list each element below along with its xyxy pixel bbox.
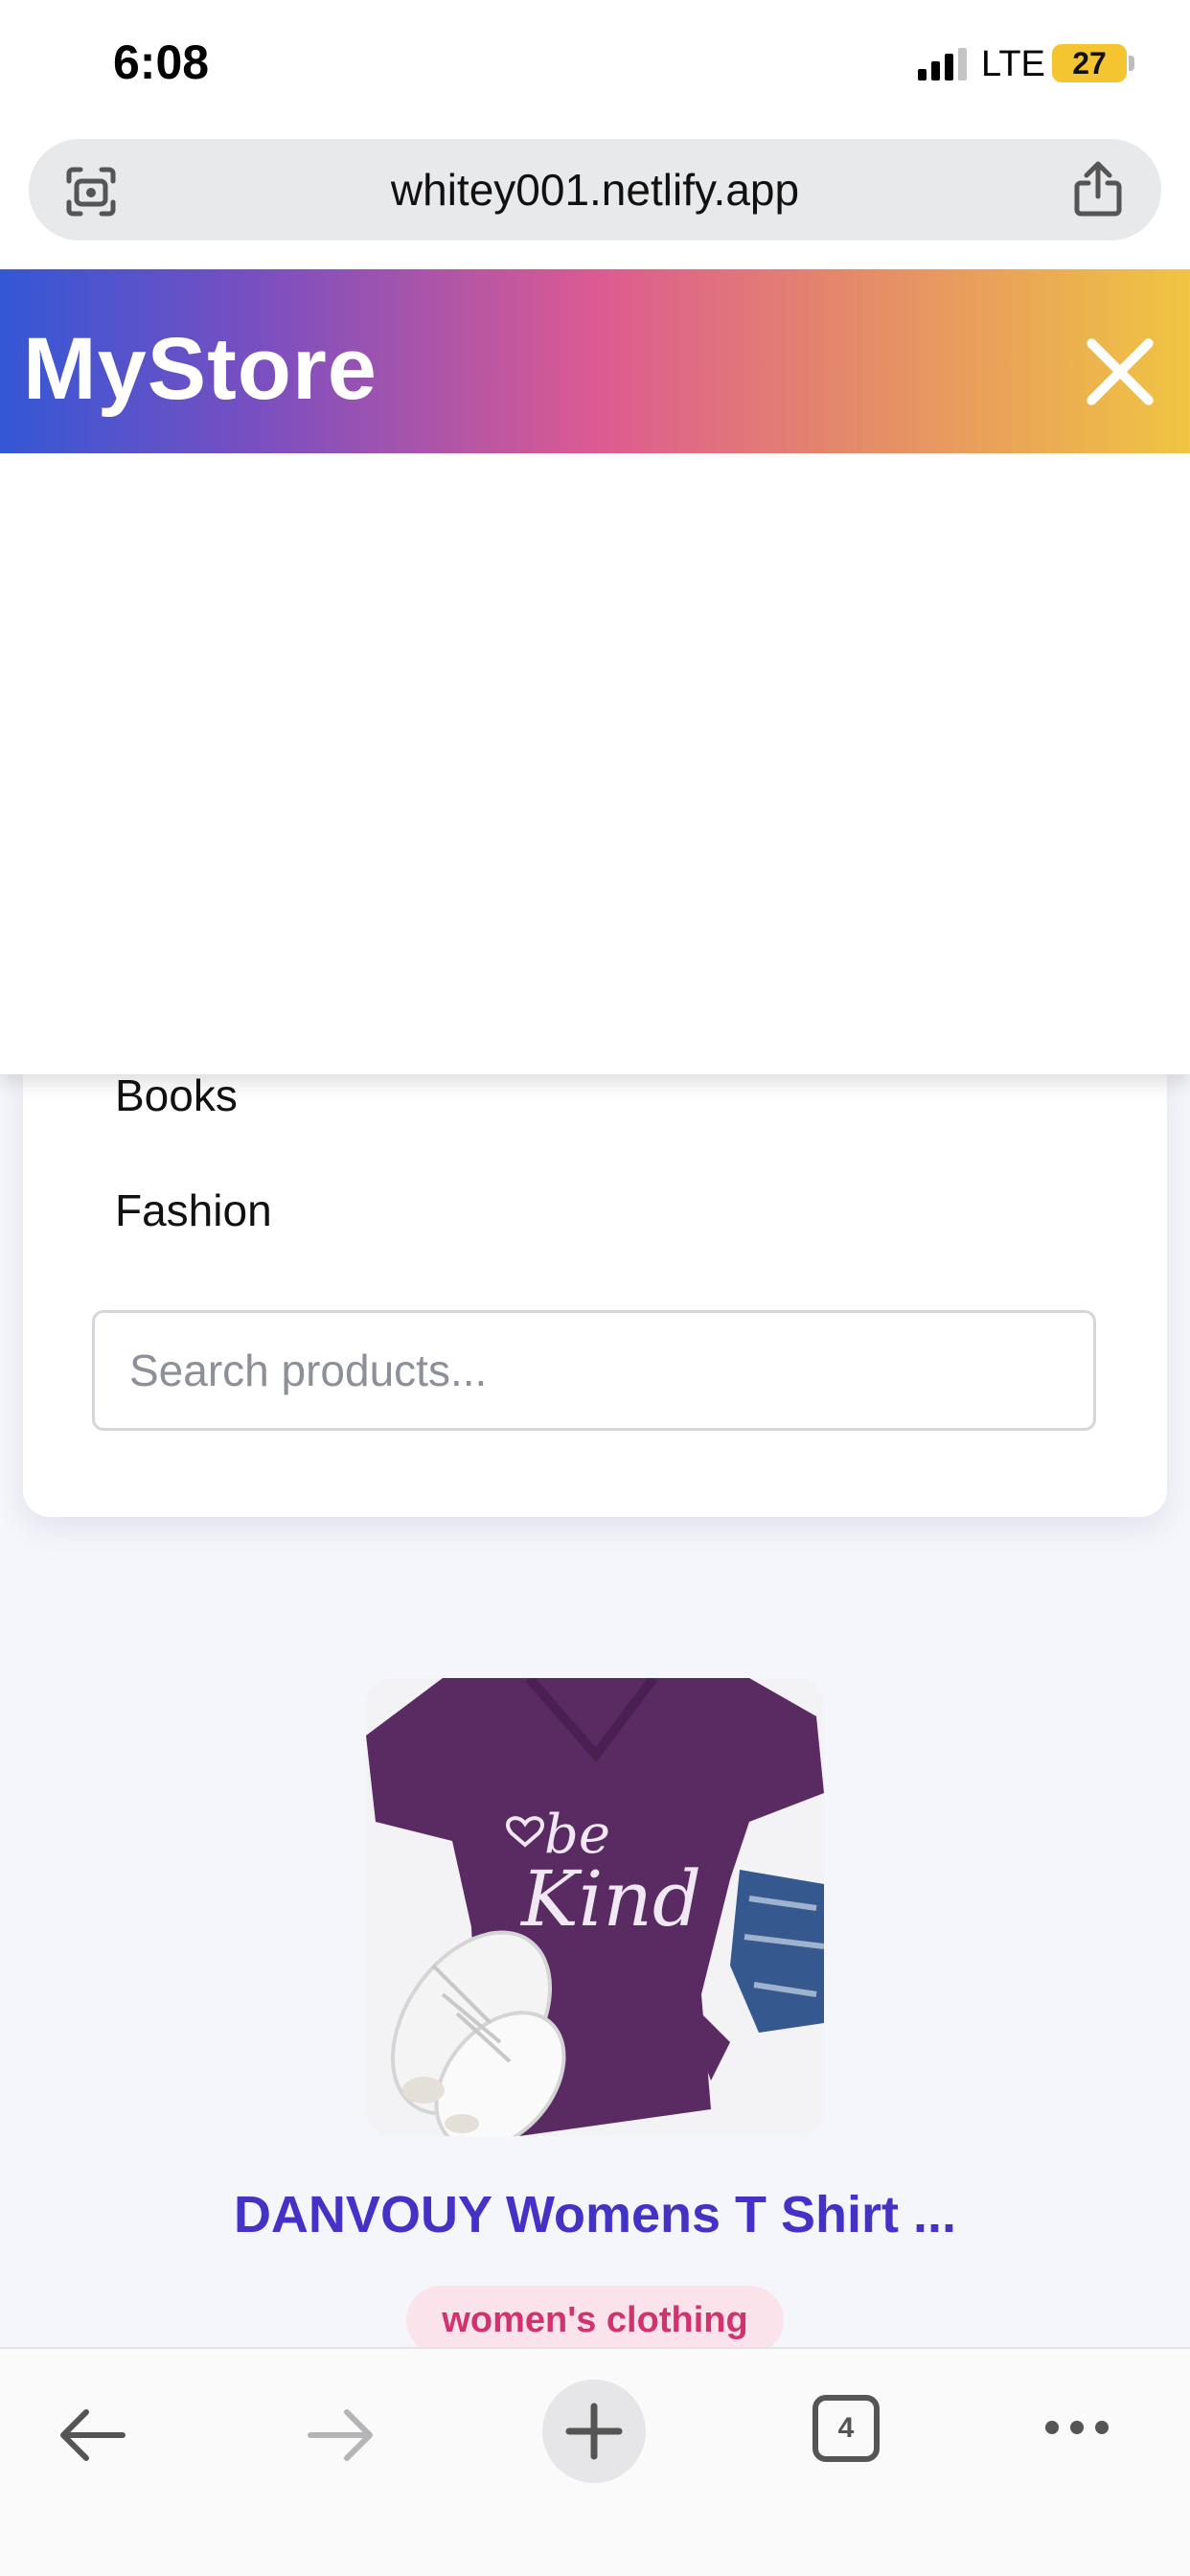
menu-panel: Books Fashion xyxy=(23,1070,1167,1517)
menu-item-fashion[interactable]: Fashion xyxy=(115,1184,272,1236)
url-text[interactable]: whitey001.netlify.app xyxy=(29,164,1161,216)
browser-toolbar: 4 xyxy=(0,2347,1190,2576)
store-brand[interactable]: MyStore xyxy=(23,319,378,420)
tshirt-image: be Kind xyxy=(366,1678,824,2136)
more-icon[interactable] xyxy=(1042,2418,1111,2437)
address-bar[interactable]: whitey001.netlify.app xyxy=(29,139,1161,241)
web-page: MyStore Books Fashion be Kind xyxy=(0,269,1190,2347)
status-bar: 6:08 LTE 27 xyxy=(0,0,1190,134)
network-type: LTE xyxy=(981,44,1045,84)
product-title[interactable]: DANVOUY Womens T Shirt ... xyxy=(0,2185,1190,2244)
forward-arrow-icon[interactable] xyxy=(307,2406,378,2464)
store-header: MyStore xyxy=(0,269,1190,453)
search-input[interactable] xyxy=(92,1310,1096,1431)
product-image[interactable]: be Kind xyxy=(366,1678,824,2136)
battery-indicator: 27 xyxy=(1052,44,1127,82)
tshirt-text-kind: Kind xyxy=(519,1854,701,1944)
close-icon[interactable] xyxy=(1081,333,1159,411)
plus-icon xyxy=(565,2403,623,2460)
share-icon[interactable] xyxy=(1069,158,1127,219)
signal-icon xyxy=(918,48,967,80)
back-arrow-icon[interactable] xyxy=(56,2406,126,2464)
status-time: 6:08 xyxy=(113,35,210,89)
tabs-icon[interactable]: 4 xyxy=(812,2395,880,2462)
menu-item-books[interactable]: Books xyxy=(115,1070,238,1121)
menu-overlay xyxy=(0,453,1190,1074)
battery-tip xyxy=(1129,56,1134,71)
new-tab-button[interactable] xyxy=(542,2380,646,2483)
category-badge: women's clothing xyxy=(406,2286,784,2347)
